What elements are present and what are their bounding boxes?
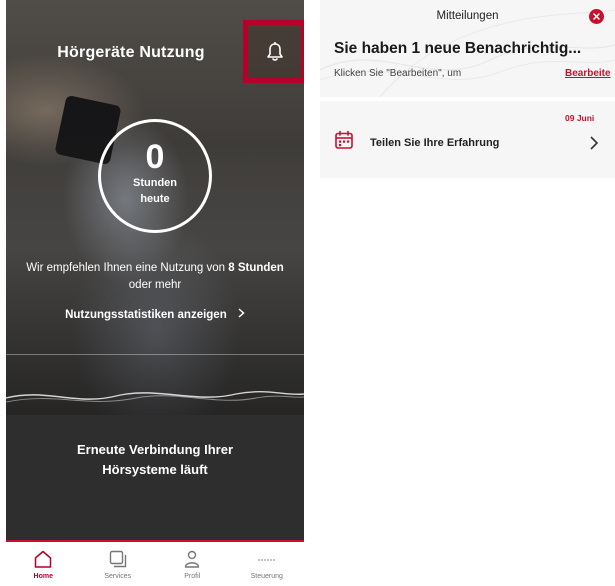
tab-services[interactable]: Services	[81, 542, 156, 586]
tab-controls-label: Steuerung	[250, 573, 283, 580]
profile-icon	[182, 548, 202, 570]
controls-icon	[255, 548, 279, 570]
bottom-tab-bar: Home Services Profil Steuerung	[6, 540, 304, 586]
usage-unit-label: Stunden	[133, 177, 177, 189]
notification-item[interactable]: 09 Juni Teilen Sie Ihre Erfahrung	[320, 101, 615, 178]
page-title: Hörgeräte Nutzung	[57, 44, 205, 61]
home-icon	[33, 548, 53, 570]
tab-profile-label: Profil	[184, 573, 201, 580]
section-divider	[6, 354, 304, 355]
usage-statistics-label: Nutzungsstatistiken anzeigen	[65, 309, 227, 321]
chevron-right-icon	[238, 308, 245, 321]
recommendation-suffix: oder mehr	[128, 279, 182, 291]
usage-period-label: heute	[140, 193, 170, 205]
reconnect-status-line-2: Hörsysteme läuft	[102, 462, 208, 477]
recommendation-unit: Stunden	[237, 262, 284, 274]
services-icon	[108, 548, 128, 570]
notification-text: Teilen Sie Ihre Erfahrung	[370, 137, 500, 149]
reconnect-status: Erneute Verbindung Ihrer Hörsysteme läuf…	[6, 440, 304, 480]
reconnect-status-line-1: Erneute Verbindung Ihrer	[76, 442, 234, 457]
usage-ring[interactable]: 0 Stunden heute	[98, 119, 212, 233]
recommendation-prefix: Wir empfehlen Ihnen eine Nutzung von	[26, 262, 229, 274]
notification-date: 09 Juni	[565, 113, 595, 123]
notifications-title: Mitteilungen	[436, 10, 499, 22]
tab-profile[interactable]: Profil	[155, 542, 230, 586]
close-button[interactable]	[589, 9, 604, 24]
calendar-icon	[335, 130, 353, 149]
notifications-headline: Sie haben 1 neue Benachrichtig...	[334, 40, 582, 57]
tab-home-label: Home	[33, 573, 53, 580]
recommendation-hours: 8	[228, 262, 235, 274]
tab-services-label: Services	[104, 573, 132, 580]
wave-decoration	[6, 391, 304, 403]
edit-link[interactable]: Bearbeite	[565, 68, 611, 79]
notifications-header: Mitteilungen Sie haben 1 neue Benachrich…	[320, 0, 615, 97]
tab-home[interactable]: Home	[6, 542, 81, 586]
notifications-screen: Mitteilungen Sie haben 1 neue Benachrich…	[320, 0, 615, 586]
usage-statistics-link[interactable]: Nutzungsstatistiken anzeigen	[6, 308, 304, 321]
tab-controls[interactable]: Steuerung	[230, 542, 305, 586]
close-icon	[593, 13, 600, 20]
home-screen: Hörgeräte Nutzung 0 Stunden heute Wir em…	[6, 0, 304, 586]
usage-hours-value: 0	[145, 138, 165, 176]
bell-icon	[266, 41, 283, 61]
usage-recommendation: Wir empfehlen Ihnen eine Nutzung von 8 S…	[26, 260, 284, 294]
chevron-right-icon	[590, 136, 599, 150]
notifications-subtitle: Klicken Sie "Bearbeiten", um	[334, 68, 462, 79]
notifications-button[interactable]	[243, 20, 304, 83]
